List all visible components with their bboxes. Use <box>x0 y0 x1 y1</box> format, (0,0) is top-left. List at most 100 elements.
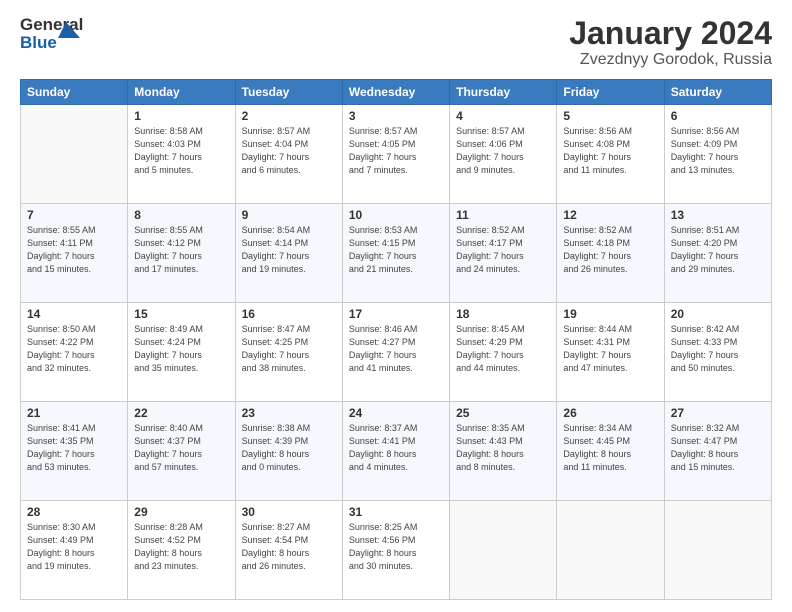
day-number: 7 <box>27 208 121 222</box>
day-info: Sunrise: 8:28 AMSunset: 4:52 PMDaylight:… <box>134 521 228 573</box>
day-info: Sunrise: 8:45 AMSunset: 4:29 PMDaylight:… <box>456 323 550 375</box>
day-info: Sunrise: 8:27 AMSunset: 4:54 PMDaylight:… <box>242 521 336 573</box>
day-info: Sunrise: 8:30 AMSunset: 4:49 PMDaylight:… <box>27 521 121 573</box>
day-number: 24 <box>349 406 443 420</box>
calendar-cell: 31Sunrise: 8:25 AMSunset: 4:56 PMDayligh… <box>342 501 449 600</box>
day-info: Sunrise: 8:52 AMSunset: 4:17 PMDaylight:… <box>456 224 550 276</box>
day-header-tuesday: Tuesday <box>235 80 342 105</box>
day-number: 3 <box>349 109 443 123</box>
day-info: Sunrise: 8:57 AMSunset: 4:06 PMDaylight:… <box>456 125 550 177</box>
day-info: Sunrise: 8:54 AMSunset: 4:14 PMDaylight:… <box>242 224 336 276</box>
day-header-sunday: Sunday <box>21 80 128 105</box>
calendar-cell: 17 Sunrise: 8:46 AMSunset: 4:27 PMDayligh… <box>342 303 449 402</box>
day-info: Sunrise: 8:35 AMSunset: 4:43 PMDaylight:… <box>456 422 550 474</box>
calendar-cell <box>450 501 557 600</box>
day-number: 2 <box>242 109 336 123</box>
month-title: January 2024 <box>569 16 772 51</box>
calendar-cell: 8 Sunrise: 8:55 AMSunset: 4:12 PMDaylight… <box>128 204 235 303</box>
day-header-friday: Friday <box>557 80 664 105</box>
day-info: Sunrise: 8:56 AMSunset: 4:09 PMDaylight:… <box>671 125 765 177</box>
day-number: 8 <box>134 208 228 222</box>
calendar-cell: 15 Sunrise: 8:49 AMSunset: 4:24 PMDayligh… <box>128 303 235 402</box>
day-number: 12 <box>563 208 657 222</box>
day-number: 17 <box>349 307 443 321</box>
day-info: Sunrise: 8:44 AMSunset: 4:31 PMDaylight:… <box>563 323 657 375</box>
day-info: Sunrise: 8:46 AMSunset: 4:27 PMDaylight:… <box>349 323 443 375</box>
day-number: 26 <box>563 406 657 420</box>
day-header-saturday: Saturday <box>664 80 771 105</box>
calendar-cell: 12 Sunrise: 8:52 AMSunset: 4:18 PMDayligh… <box>557 204 664 303</box>
day-info: Sunrise: 8:52 AMSunset: 4:18 PMDaylight:… <box>563 224 657 276</box>
calendar-cell <box>21 105 128 204</box>
calendar-cell: 3 Sunrise: 8:57 AMSunset: 4:05 PMDaylight… <box>342 105 449 204</box>
day-number: 23 <box>242 406 336 420</box>
day-number: 13 <box>671 208 765 222</box>
day-number: 21 <box>27 406 121 420</box>
day-number: 20 <box>671 307 765 321</box>
calendar-cell: 10Sunrise: 8:53 AMSunset: 4:15 PMDayligh… <box>342 204 449 303</box>
day-number: 28 <box>27 505 121 519</box>
calendar-cell: 2 Sunrise: 8:57 AMSunset: 4:04 PMDaylight… <box>235 105 342 204</box>
day-number: 9 <box>242 208 336 222</box>
day-header-thursday: Thursday <box>450 80 557 105</box>
day-number: 15 <box>134 307 228 321</box>
page-header: General Blue January 2024 Zvezdnyy Gorod… <box>20 16 772 69</box>
day-header-monday: Monday <box>128 80 235 105</box>
calendar-cell <box>664 501 771 600</box>
day-number: 27 <box>671 406 765 420</box>
logo: General Blue <box>20 16 62 52</box>
day-number: 5 <box>563 109 657 123</box>
calendar-cell: 13 Sunrise: 8:51 AMSunset: 4:20 PMDayligh… <box>664 204 771 303</box>
day-number: 14 <box>27 307 121 321</box>
day-info: Sunrise: 8:42 AMSunset: 4:33 PMDaylight:… <box>671 323 765 375</box>
day-info: Sunrise: 8:47 AMSunset: 4:25 PMDaylight:… <box>242 323 336 375</box>
day-number: 1 <box>134 109 228 123</box>
calendar-cell: 20 Sunrise: 8:42 AMSunset: 4:33 PMDayligh… <box>664 303 771 402</box>
day-info: Sunrise: 8:38 AMSunset: 4:39 PMDaylight:… <box>242 422 336 474</box>
day-info: Sunrise: 8:56 AMSunset: 4:08 PMDaylight:… <box>563 125 657 177</box>
day-number: 4 <box>456 109 550 123</box>
calendar-cell: 6 Sunrise: 8:56 AMSunset: 4:09 PMDaylight… <box>664 105 771 204</box>
day-number: 11 <box>456 208 550 222</box>
calendar-cell: 9 Sunrise: 8:54 AMSunset: 4:14 PMDaylight… <box>235 204 342 303</box>
calendar-cell: 28 Sunrise: 8:30 AMSunset: 4:49 PMDayligh… <box>21 501 128 600</box>
day-number: 16 <box>242 307 336 321</box>
day-header-wednesday: Wednesday <box>342 80 449 105</box>
calendar-cell: 11 Sunrise: 8:52 AMSunset: 4:17 PMDayligh… <box>450 204 557 303</box>
day-info: Sunrise: 8:55 AMSunset: 4:11 PMDaylight:… <box>27 224 121 276</box>
calendar-cell: 5 Sunrise: 8:56 AMSunset: 4:08 PMDaylight… <box>557 105 664 204</box>
location-title: Zvezdnyy Gorodok, Russia <box>569 51 772 69</box>
day-number: 19 <box>563 307 657 321</box>
day-info: Sunrise: 8:50 AMSunset: 4:22 PMDaylight:… <box>27 323 121 375</box>
day-number: 29 <box>134 505 228 519</box>
day-info: Sunrise: 8:51 AMSunset: 4:20 PMDaylight:… <box>671 224 765 276</box>
calendar-cell: 18 Sunrise: 8:45 AMSunset: 4:29 PMDayligh… <box>450 303 557 402</box>
day-info: Sunrise: 8:37 AMSunset: 4:41 PMDaylight:… <box>349 422 443 474</box>
day-number: 31 <box>349 505 443 519</box>
day-number: 22 <box>134 406 228 420</box>
day-info: Sunrise: 8:40 AMSunset: 4:37 PMDaylight:… <box>134 422 228 474</box>
calendar-cell: 22 Sunrise: 8:40 AMSunset: 4:37 PMDayligh… <box>128 402 235 501</box>
day-number: 6 <box>671 109 765 123</box>
day-info: Sunrise: 8:57 AMSunset: 4:04 PMDaylight:… <box>242 125 336 177</box>
calendar-cell: 14 Sunrise: 8:50 AMSunset: 4:22 PMDayligh… <box>21 303 128 402</box>
day-number: 10 <box>349 208 443 222</box>
calendar-cell: 4 Sunrise: 8:57 AMSunset: 4:06 PMDaylight… <box>450 105 557 204</box>
day-info: Sunrise: 8:55 AMSunset: 4:12 PMDaylight:… <box>134 224 228 276</box>
calendar-cell: 29 Sunrise: 8:28 AMSunset: 4:52 PMDayligh… <box>128 501 235 600</box>
calendar-cell: 21Sunrise: 8:41 AMSunset: 4:35 PMDayligh… <box>21 402 128 501</box>
calendar-cell: 19 Sunrise: 8:44 AMSunset: 4:31 PMDayligh… <box>557 303 664 402</box>
calendar-cell <box>557 501 664 600</box>
title-block: January 2024 Zvezdnyy Gorodok, Russia <box>569 16 772 69</box>
day-info: Sunrise: 8:32 AMSunset: 4:47 PMDaylight:… <box>671 422 765 474</box>
calendar-cell: 16 Sunrise: 8:47 AMSunset: 4:25 PMDayligh… <box>235 303 342 402</box>
day-number: 30 <box>242 505 336 519</box>
day-info: Sunrise: 8:49 AMSunset: 4:24 PMDaylight:… <box>134 323 228 375</box>
day-info: Sunrise: 8:57 AMSunset: 4:05 PMDaylight:… <box>349 125 443 177</box>
day-number: 18 <box>456 307 550 321</box>
calendar-cell: 23 Sunrise: 8:38 AMSunset: 4:39 PMDayligh… <box>235 402 342 501</box>
day-number: 25 <box>456 406 550 420</box>
day-info: Sunrise: 8:34 AMSunset: 4:45 PMDaylight:… <box>563 422 657 474</box>
day-info: Sunrise: 8:58 AMSunset: 4:03 PMDaylight:… <box>134 125 228 177</box>
calendar-cell: 25 Sunrise: 8:35 AMSunset: 4:43 PMDayligh… <box>450 402 557 501</box>
